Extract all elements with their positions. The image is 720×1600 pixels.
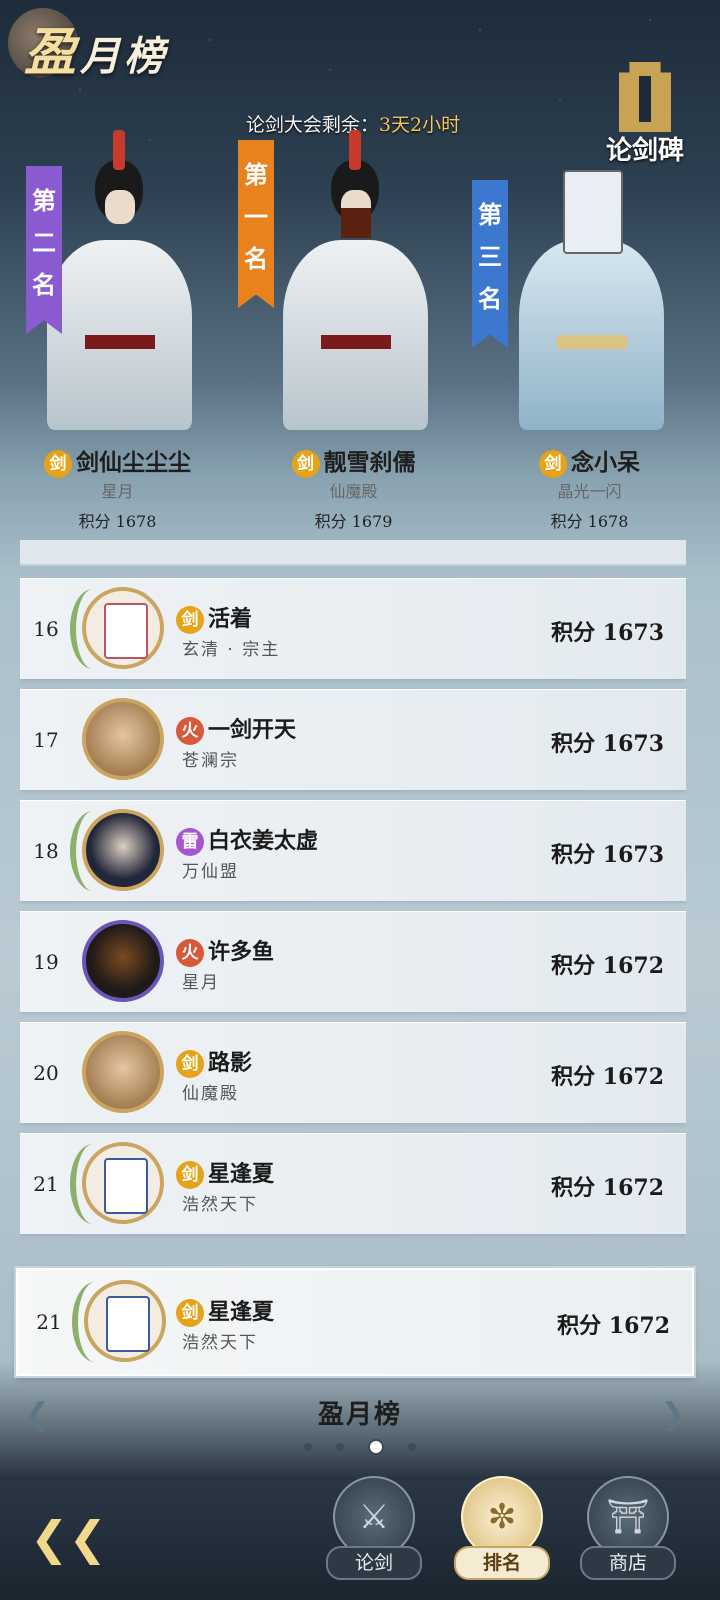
player-score: 积分 1673 [551, 842, 664, 868]
rank-number: 20 [33, 1061, 59, 1085]
board-pager: ❮ 盈月榜 ❯ [0, 1388, 720, 1458]
player-name: 剑星逢夏 [176, 1294, 274, 1327]
podium-score-second: 积分 1678 [78, 512, 157, 531]
rank-flag-second: 第二名 [26, 166, 62, 334]
player-sect: 浩然天下 [182, 1333, 258, 1353]
podium-name-second: 剑剑仙尘尘尘 [0, 443, 235, 478]
player-name: 火一剑开天 [176, 712, 296, 745]
player-name: 剑仙尘尘尘 [76, 449, 191, 476]
player-name-text: 星逢夏 [208, 1299, 275, 1325]
sword-badge-icon: 剑 [176, 1161, 204, 1189]
list-item-partial [20, 540, 686, 566]
player-name-text: 白衣姜太虚 [208, 828, 319, 854]
title-rest: 月榜 [80, 33, 169, 80]
mahjong-red-tile-icon[interactable] [82, 587, 164, 669]
bottom-nav: ❮❮ ⚔ 论剑 ✼ 排名 ⛩ 商店 [0, 1476, 720, 1600]
player-sect: 苍澜宗 [182, 751, 239, 771]
mahjong-blue-tile-icon[interactable] [84, 1280, 166, 1362]
player-score: 积分 1673 [551, 620, 664, 646]
chevron-right-icon[interactable]: ❯ [656, 1398, 690, 1432]
player-name-text: 一剑开天 [208, 717, 297, 743]
player-score: 积分 1672 [551, 1175, 664, 1201]
player-name-text: 星逢夏 [208, 1161, 275, 1187]
table-row[interactable]: 16 剑活着 玄清 · 宗主 积分 1673 [20, 578, 686, 679]
player-name: 念小呆 [571, 449, 640, 476]
page-dot-active[interactable] [368, 1438, 384, 1455]
table-row[interactable]: 19 火许多鱼 星月 积分 1672 [20, 911, 686, 1012]
title-main: 盈 [24, 22, 81, 83]
fire-badge-icon: 火 [176, 717, 204, 745]
nav-lunjian[interactable]: ⚔ 论剑 [326, 1476, 422, 1580]
nav-label: 排名 [454, 1546, 550, 1580]
page-title: 盈月榜 [24, 10, 168, 85]
sword-badge-icon: 剑 [291, 450, 320, 478]
blonde-character-avatar[interactable] [82, 1031, 164, 1113]
character-model [497, 130, 682, 430]
rank-number: 21 [33, 1172, 59, 1196]
mahjong-blue-tile-icon[interactable] [82, 1142, 164, 1224]
player-sect: 星月 [182, 973, 220, 993]
player-name-text: 路影 [208, 1050, 253, 1076]
player-name: 火许多鱼 [176, 934, 274, 967]
fire-badge-icon: 火 [176, 939, 204, 967]
player-score: 积分 1673 [551, 731, 664, 757]
table-row[interactable]: 20 剑路影 仙魔殿 积分 1672 [20, 1022, 686, 1123]
dark-hair-character-avatar[interactable] [82, 809, 164, 891]
sword-badge-icon: 剑 [176, 1050, 204, 1078]
rank-number: 17 [33, 728, 59, 752]
podium-sect-third: 晶光一闪 [557, 482, 622, 501]
sword-badge-icon: 剑 [176, 606, 204, 634]
player-sect: 仙魔殿 [182, 1084, 239, 1104]
character-model [261, 130, 446, 430]
podium-sect-first: 仙魔殿 [329, 482, 378, 501]
player-name-text: 活着 [208, 606, 253, 632]
nav-label: 论剑 [326, 1546, 422, 1580]
nav-ranking[interactable]: ✼ 排名 [454, 1476, 550, 1580]
podium-sect-second: 星月 [101, 482, 134, 501]
podium-name-first: 剑靓雪刹儒 [236, 443, 471, 478]
blonde-character-avatar[interactable] [82, 698, 164, 780]
player-name: 剑星逢夏 [176, 1156, 274, 1189]
board-name: 盈月榜 [317, 1400, 402, 1430]
player-score: 积分 1672 [551, 953, 664, 979]
back-arrow-icon[interactable]: ❮❮ [30, 1508, 107, 1568]
ranking-list[interactable]: 16 剑活着 玄清 · 宗主 积分 1673 17 火一剑开天 苍澜宗 积分 1… [20, 540, 686, 1260]
rank-flag-first: 第一名 [238, 140, 274, 308]
player-name: 靓雪刹儒 [323, 449, 416, 476]
thunder-badge-icon: 雷 [176, 828, 204, 856]
veiled-character-avatar[interactable] [82, 920, 164, 1002]
table-row[interactable]: 17 火一剑开天 苍澜宗 积分 1673 [20, 689, 686, 790]
sword-badge-icon: 剑 [176, 1299, 204, 1327]
rank-number: 16 [33, 617, 59, 641]
podium-name-third: 剑念小呆 [472, 443, 707, 478]
page-indicator [0, 1436, 720, 1455]
podium-score-first: 积分 1679 [314, 512, 393, 531]
table-row[interactable]: 21 剑星逢夏 浩然天下 积分 1672 [20, 1133, 686, 1234]
nav-shop[interactable]: ⛩ 商店 [580, 1476, 676, 1580]
sword-badge-icon: 剑 [539, 450, 567, 478]
podium-score-third: 积分 1678 [550, 512, 629, 531]
player-sect: 浩然天下 [182, 1195, 258, 1215]
sword-badge-icon: 剑 [44, 450, 72, 478]
page-dot[interactable] [304, 1442, 312, 1451]
rank-number: 19 [33, 950, 59, 974]
player-name-text: 许多鱼 [208, 939, 275, 965]
nav-label: 商店 [580, 1546, 676, 1580]
page-dot[interactable] [336, 1442, 344, 1451]
page-dot[interactable] [408, 1442, 416, 1451]
rank-number: 18 [33, 839, 59, 863]
player-name: 雷白衣姜太虚 [176, 823, 318, 856]
my-rank-row[interactable]: 21 剑星逢夏 浩然天下 积分 1672 [16, 1268, 694, 1376]
rank-flag-third: 第三名 [472, 180, 508, 348]
player-sect: 万仙盟 [182, 862, 239, 882]
player-name: 剑路影 [176, 1045, 252, 1078]
table-row[interactable]: 18 雷白衣姜太虚 万仙盟 积分 1673 [20, 800, 686, 901]
player-sect: 玄清 · 宗主 [182, 640, 281, 660]
player-name: 剑活着 [176, 601, 252, 634]
player-score: 积分 1672 [557, 1313, 670, 1339]
rank-number: 21 [36, 1310, 62, 1334]
player-score: 积分 1672 [551, 1064, 664, 1090]
